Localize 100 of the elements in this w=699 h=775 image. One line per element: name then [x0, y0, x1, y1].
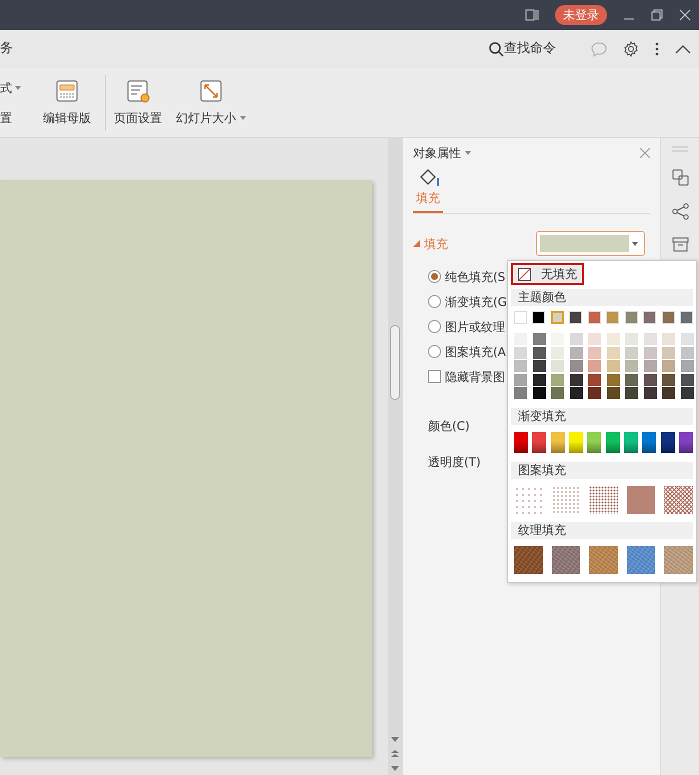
no-fill-option[interactable]: 无填充 [511, 263, 584, 285]
color-swatch[interactable] [680, 311, 694, 324]
panel-title[interactable]: 对象属性 [413, 144, 461, 162]
color-swatch[interactable] [662, 360, 675, 372]
color-swatch[interactable] [588, 374, 601, 386]
caret-icon[interactable] [465, 151, 471, 155]
previous-page-icon[interactable] [391, 750, 399, 758]
color-swatch[interactable] [662, 374, 675, 386]
color-swatch[interactable] [662, 346, 675, 358]
color-swatch[interactable] [662, 311, 675, 324]
radio-label[interactable]: 纯色填充(S [445, 268, 506, 286]
ribbon-button[interactable]: 页面设置 [110, 78, 166, 126]
color-swatch[interactable] [532, 311, 546, 324]
color-swatch[interactable] [570, 360, 582, 372]
color-swatch[interactable] [551, 346, 564, 358]
color-swatch[interactable] [625, 374, 638, 386]
texture-swatch[interactable] [664, 546, 693, 574]
color-swatch[interactable] [551, 387, 564, 399]
color-swatch[interactable] [625, 387, 638, 399]
ribbon-tab[interactable]: 务 [0, 39, 13, 59]
color-swatch[interactable] [588, 360, 601, 372]
color-swatch[interactable] [606, 360, 620, 372]
color-swatch[interactable] [588, 333, 601, 345]
texture-swatch[interactable] [514, 546, 543, 574]
color-swatch[interactable] [662, 333, 675, 345]
gradient-swatch[interactable] [514, 432, 528, 453]
scroll-down-icon[interactable] [391, 737, 399, 742]
login-button[interactable]: 未登录 [555, 5, 607, 25]
gradient-swatch[interactable] [606, 432, 620, 453]
color-swatch[interactable] [514, 387, 527, 399]
radio-label[interactable]: 图片或纹理 [445, 318, 505, 336]
color-swatch[interactable] [532, 333, 546, 345]
search-command[interactable]: 查找命令 [504, 39, 556, 59]
color-swatch[interactable] [532, 387, 546, 399]
radio-button[interactable] [428, 295, 441, 308]
gradient-swatch[interactable] [550, 432, 565, 453]
collapse-icon[interactable] [675, 44, 691, 54]
gradient-swatch[interactable] [679, 432, 693, 453]
color-swatch[interactable] [588, 346, 601, 358]
ribbon-button[interactable]: 编辑母版 [39, 78, 95, 126]
search-icon[interactable] [489, 42, 504, 56]
radio-button[interactable] [428, 345, 441, 358]
color-swatch[interactable] [625, 333, 638, 345]
color-swatch[interactable] [588, 387, 601, 399]
gradient-swatch[interactable] [624, 432, 638, 453]
checkbox-label[interactable]: 隐藏背景图 [445, 368, 505, 386]
color-swatch[interactable] [532, 346, 546, 358]
color-swatch[interactable] [680, 333, 694, 345]
color-swatch[interactable] [514, 311, 527, 324]
color-swatch[interactable] [514, 346, 527, 358]
scroll-down-icon[interactable] [391, 766, 399, 771]
gradient-swatch[interactable] [587, 432, 602, 453]
scrollbar-thumb[interactable] [390, 325, 400, 400]
color-swatch[interactable] [570, 374, 582, 386]
ribbon-button[interactable]: 幻灯片大小 [172, 78, 250, 126]
color-swatch[interactable] [514, 374, 527, 386]
color-swatch[interactable] [606, 333, 620, 345]
drag-handle-icon[interactable] [672, 146, 688, 152]
chat-bubble-icon[interactable] [591, 42, 607, 56]
color-swatch[interactable] [643, 311, 656, 324]
pattern-swatch[interactable] [664, 486, 693, 514]
caret-icon[interactable] [240, 116, 246, 120]
radio-label[interactable]: 渐变填充(G [445, 292, 507, 310]
color-swatch[interactable] [680, 374, 694, 386]
share-icon[interactable] [672, 203, 688, 220]
color-swatch[interactable] [625, 360, 638, 372]
radio-button[interactable] [428, 320, 441, 333]
color-swatch[interactable] [588, 311, 601, 324]
close-icon[interactable] [679, 9, 691, 21]
color-swatch[interactable] [532, 374, 546, 386]
fill-color-dropdown[interactable] [536, 231, 645, 256]
gradient-swatch[interactable] [532, 432, 546, 453]
restore-icon[interactable] [651, 9, 663, 21]
radio-button[interactable] [428, 270, 441, 283]
color-swatch[interactable] [570, 387, 582, 399]
ribbon-button[interactable]: 式 [0, 78, 25, 96]
color-swatch[interactable] [606, 311, 620, 324]
color-swatch[interactable] [606, 374, 620, 386]
gradient-swatch[interactable] [569, 432, 583, 453]
color-swatch[interactable] [680, 360, 694, 372]
archive-icon[interactable] [672, 237, 688, 252]
texture-swatch[interactable] [626, 546, 656, 574]
gradient-swatch[interactable] [642, 432, 656, 453]
color-swatch[interactable] [606, 346, 620, 358]
color-swatch[interactable] [550, 311, 564, 324]
color-swatch[interactable] [532, 360, 546, 372]
gradient-swatch[interactable] [660, 432, 675, 453]
checkbox[interactable] [428, 370, 441, 383]
pattern-swatch[interactable] [589, 486, 618, 514]
color-swatch[interactable] [551, 360, 564, 372]
texture-swatch[interactable] [552, 546, 580, 574]
ribbon-button[interactable]: 置 [0, 108, 25, 126]
color-swatch[interactable] [680, 346, 694, 358]
color-swatch[interactable] [624, 311, 638, 324]
caret-icon[interactable] [632, 242, 638, 246]
color-swatch[interactable] [514, 360, 527, 372]
color-swatch[interactable] [644, 333, 656, 345]
color-swatch[interactable] [680, 387, 694, 399]
radio-label[interactable]: 图案填充(A [445, 342, 506, 360]
device-icon[interactable] [525, 9, 539, 21]
